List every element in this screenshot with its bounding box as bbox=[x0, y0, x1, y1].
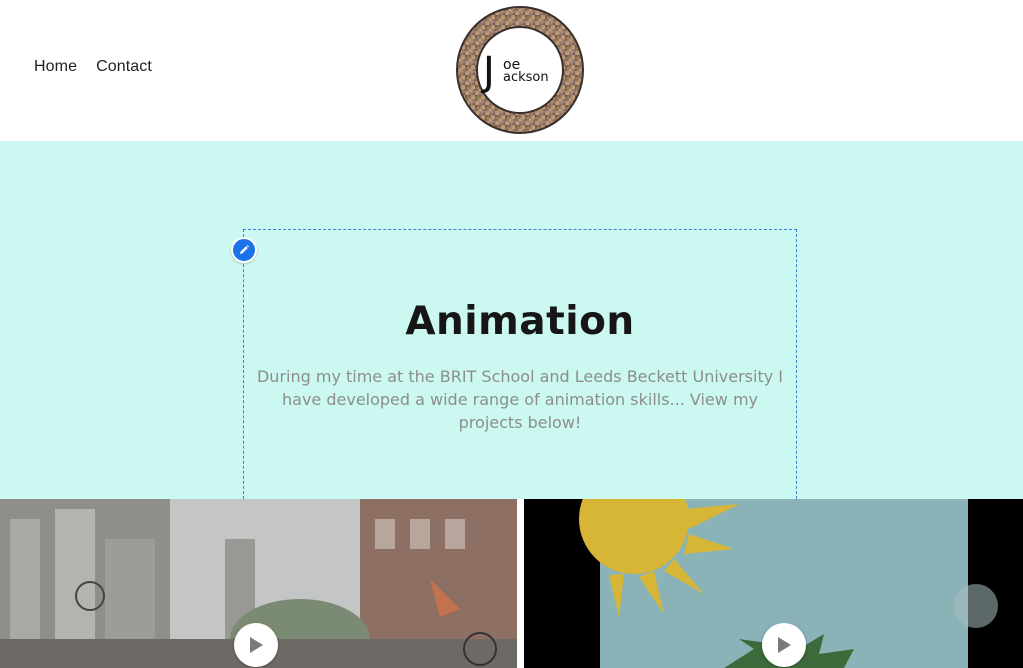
page-description: During my time at the BRIT School and Le… bbox=[256, 367, 783, 432]
logo-line2: ackson bbox=[503, 70, 549, 85]
site-logo[interactable]: J oe ackson bbox=[455, 5, 585, 135]
play-button[interactable] bbox=[234, 623, 278, 667]
video-tile-sun[interactable] bbox=[524, 499, 1023, 668]
nav-home-link[interactable]: Home bbox=[34, 58, 77, 76]
hero-section: Animation During my time at the BRIT Sch… bbox=[0, 141, 1023, 499]
site-header: Home Contact J oe ackson bbox=[0, 0, 1023, 141]
play-icon bbox=[778, 637, 791, 653]
video-gallery bbox=[0, 499, 1023, 668]
page-title: Animation bbox=[405, 299, 635, 344]
tile-divider bbox=[517, 499, 524, 668]
logo-emblem: J oe ackson bbox=[456, 6, 584, 134]
edit-button[interactable] bbox=[231, 237, 257, 263]
logo-initial: J bbox=[480, 49, 495, 95]
carousel-next-button[interactable] bbox=[954, 584, 998, 628]
play-icon bbox=[250, 637, 263, 653]
play-button[interactable] bbox=[762, 623, 806, 667]
pencil-icon bbox=[240, 245, 249, 254]
main-nav: Home Contact bbox=[34, 58, 152, 76]
video-tile-protest[interactable] bbox=[0, 499, 517, 668]
nav-contact-link[interactable]: Contact bbox=[96, 58, 152, 76]
text-block-edit-frame[interactable] bbox=[243, 229, 797, 499]
